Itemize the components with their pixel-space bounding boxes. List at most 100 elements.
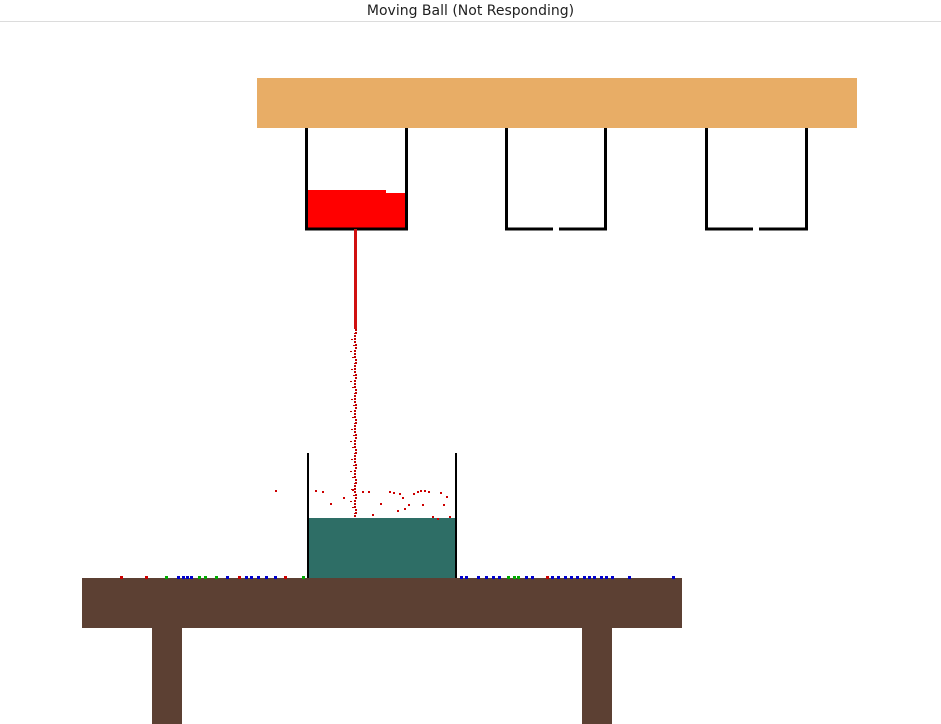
splash-droplet [443, 504, 445, 506]
pouring-stream [350, 229, 357, 517]
table [82, 578, 682, 724]
stream-droplet [354, 431, 356, 433]
table-droplet [302, 576, 305, 579]
table-droplet [145, 576, 148, 579]
stream-droplet [355, 344, 357, 346]
stream-droplet [351, 399, 353, 400]
stream-droplet [354, 333, 356, 334]
stream-droplet [354, 423, 356, 424]
table-droplet [204, 576, 207, 579]
stream-droplet [350, 501, 352, 502]
table-droplet [576, 576, 579, 579]
stream-droplet [354, 428, 356, 430]
stream-droplet [354, 416, 356, 418]
stream-droplet [354, 506, 356, 508]
table-leg-right [582, 628, 612, 724]
stream-droplet [355, 389, 357, 391]
stream-droplet [353, 405, 355, 406]
stream-droplet [354, 503, 356, 505]
table-droplet [588, 576, 591, 579]
stream-droplet [355, 404, 357, 406]
table-droplet [605, 576, 608, 579]
table-droplet [250, 576, 253, 579]
stream-droplet [354, 395, 356, 397]
stream-droplet [350, 471, 352, 472]
splash-droplet [352, 489, 354, 491]
splash-droplet [397, 510, 399, 512]
stream-droplet [355, 347, 357, 349]
beaker-liquid [308, 518, 456, 578]
splash-droplet [408, 504, 410, 506]
stream-droplet [354, 341, 356, 343]
stream-droplet [353, 495, 355, 496]
stream-droplet [352, 477, 354, 478]
splash-droplet [393, 492, 395, 494]
table-droplet [611, 576, 614, 579]
stream-droplet [354, 446, 356, 448]
table-droplet [557, 576, 560, 579]
table-droplet [492, 576, 495, 579]
table-droplet [245, 576, 248, 579]
table-droplet [600, 576, 603, 579]
table-droplet [564, 576, 567, 579]
stream-droplet [354, 443, 356, 445]
splash-droplet [362, 491, 364, 493]
title-bar: Moving Ball (Not Responding) [0, 0, 941, 22]
splash-droplet [389, 491, 391, 493]
stream-droplet [353, 465, 355, 466]
window-title: Moving Ball (Not Responding) [366, 3, 575, 19]
stream-droplet [353, 375, 355, 376]
table-droplet [190, 576, 193, 579]
stream-droplet [354, 353, 356, 355]
stream-droplet [354, 491, 356, 493]
stream-droplet [354, 413, 356, 415]
stream-droplet [355, 359, 357, 361]
table-droplet [226, 576, 229, 579]
stream-droplet [351, 369, 353, 370]
stream-droplet [354, 425, 356, 427]
table-droplet [498, 576, 501, 579]
table-droplet [531, 576, 534, 579]
splash-droplet [399, 493, 401, 495]
table-droplet [182, 576, 185, 579]
table-top [82, 578, 682, 628]
stream-droplet [355, 407, 357, 409]
stream-droplet [355, 437, 357, 439]
stream-droplet [354, 461, 356, 463]
table-droplet [546, 576, 549, 579]
table-droplet [628, 576, 631, 579]
splash-droplet [420, 490, 422, 492]
splash-droplet [446, 496, 448, 498]
splash-droplet [449, 516, 451, 518]
table-droplet [593, 576, 596, 579]
splash-droplet [322, 491, 324, 493]
splash-droplet [330, 503, 332, 505]
stream-droplet [354, 393, 356, 394]
stream-droplet [355, 464, 357, 466]
table-droplet [477, 576, 480, 579]
table-droplet [517, 576, 520, 579]
stream-droplet [352, 387, 354, 388]
table-droplet [257, 576, 260, 579]
stream-droplet [354, 476, 356, 478]
stream-droplet [354, 363, 356, 364]
stream-droplet [354, 398, 356, 400]
splash-droplet [432, 516, 434, 518]
stream-droplet [352, 447, 354, 448]
stream-droplet [354, 380, 356, 382]
stream-droplet [354, 458, 356, 460]
splash-droplet [372, 514, 374, 516]
table-droplet [485, 576, 488, 579]
stream-droplet [350, 441, 352, 442]
table-droplet [198, 576, 201, 579]
table-droplet [570, 576, 573, 579]
table-droplet [120, 576, 123, 579]
stream-droplet [351, 339, 353, 340]
splash-droplet [380, 503, 382, 505]
splash-droplet [440, 492, 442, 494]
table-droplet [177, 576, 180, 579]
stream-droplet [354, 368, 356, 370]
stream-droplet [354, 338, 356, 340]
stream-droplet [355, 374, 357, 376]
stream-droplet [354, 485, 356, 487]
